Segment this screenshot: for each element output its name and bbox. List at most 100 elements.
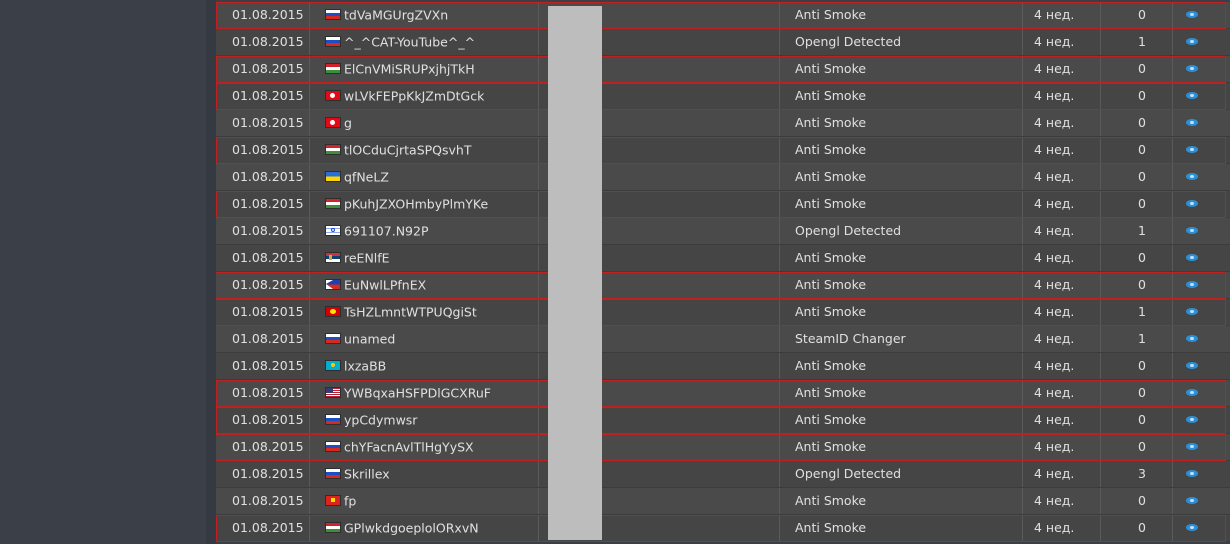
detection-count: 0 bbox=[1138, 250, 1146, 265]
table-row[interactable]: 01.08.2015 tdVaMGUrgZVXn Anti Smoke 4 нед. 0 bbox=[216, 2, 1230, 29]
view-button[interactable] bbox=[1186, 353, 1202, 379]
view-button[interactable] bbox=[1186, 326, 1202, 352]
view-button[interactable] bbox=[1186, 245, 1202, 271]
detection-count: 3 bbox=[1138, 466, 1146, 481]
table-row[interactable]: 01.08.2015 YWBqxaHSFPDlGCXRuF Anti Smoke 4 … bbox=[216, 380, 1230, 407]
row-date: 01.08.2015 bbox=[232, 520, 304, 535]
column-divider bbox=[1022, 353, 1023, 379]
time-ago: 4 нед. bbox=[1034, 493, 1075, 508]
view-button[interactable] bbox=[1186, 56, 1202, 82]
country-flag-icon bbox=[325, 468, 341, 479]
view-button[interactable] bbox=[1186, 515, 1202, 541]
country-flag-icon bbox=[325, 63, 341, 74]
time-ago: 4 нед. bbox=[1034, 169, 1075, 184]
country-flag-icon bbox=[325, 495, 341, 506]
table-row[interactable]: 01.08.2015 TsHZLmntWTPUQgiSt Anti Smoke 4 н… bbox=[216, 299, 1230, 326]
player-name-cell: ypCdymwsr bbox=[325, 407, 545, 433]
view-button[interactable] bbox=[1186, 299, 1202, 325]
player-name-cell: TsHZLmntWTPUQgiSt bbox=[325, 299, 545, 325]
view-button[interactable] bbox=[1186, 461, 1202, 487]
eye-icon bbox=[1186, 416, 1198, 423]
table-row[interactable]: 01.08.2015 EuNwlLPfnEX Anti Smoke 4 нед. 0 bbox=[216, 272, 1230, 299]
country-flag-icon bbox=[325, 441, 341, 452]
column-divider bbox=[1100, 137, 1101, 163]
eye-icon bbox=[1186, 524, 1198, 531]
view-button[interactable] bbox=[1186, 488, 1202, 514]
detection-type: Anti Smoke bbox=[795, 385, 867, 400]
view-button[interactable] bbox=[1186, 434, 1202, 460]
player-name: tdVaMGUrgZVXn bbox=[344, 7, 449, 23]
time-ago: 4 нед. bbox=[1034, 223, 1075, 238]
column-divider bbox=[1022, 245, 1023, 271]
view-button[interactable] bbox=[1186, 191, 1202, 217]
table-row[interactable]: 01.08.2015 pKuhJZXOHmbyPlmYKe Anti Smoke 4 … bbox=[216, 191, 1230, 218]
redacted-column-block bbox=[548, 6, 602, 540]
view-button[interactable] bbox=[1186, 110, 1202, 136]
column-divider bbox=[1172, 407, 1173, 433]
column-divider bbox=[779, 191, 780, 217]
table-row[interactable]: 01.08.2015 fp Anti Smoke 4 нед. 0 bbox=[216, 488, 1230, 515]
column-divider bbox=[779, 83, 780, 109]
country-flag-icon bbox=[325, 225, 341, 236]
player-name-cell: lxzaBB bbox=[325, 353, 545, 379]
time-ago: 4 нед. bbox=[1034, 385, 1075, 400]
detection-count: 0 bbox=[1138, 277, 1146, 292]
detection-count: 0 bbox=[1138, 169, 1146, 184]
column-divider bbox=[1100, 434, 1101, 460]
table-row[interactable]: 01.08.2015 tlOCduCjrtaSPQsvhT Anti Smoke 4 … bbox=[216, 137, 1230, 164]
table-row[interactable]: 01.08.2015 unamed SteamID Changer 4 нед. 1 bbox=[216, 326, 1230, 353]
view-button[interactable] bbox=[1186, 272, 1202, 298]
table-row[interactable]: 01.08.2015 691107.N92P Opengl Detected 4 не… bbox=[216, 218, 1230, 245]
country-flag-icon bbox=[325, 36, 341, 47]
view-button[interactable] bbox=[1186, 407, 1202, 433]
detection-type: Anti Smoke bbox=[795, 115, 867, 130]
view-button[interactable] bbox=[1186, 83, 1202, 109]
column-divider bbox=[309, 245, 310, 271]
column-divider bbox=[309, 407, 310, 433]
column-divider bbox=[779, 137, 780, 163]
column-divider bbox=[1022, 434, 1023, 460]
row-date: 01.08.2015 bbox=[232, 304, 304, 319]
table-row[interactable]: 01.08.2015 ElCnVMiSRUPxjhjTkH Anti Smoke 4 … bbox=[216, 56, 1230, 83]
player-name-cell: Skrillex bbox=[325, 461, 545, 487]
view-button[interactable] bbox=[1186, 137, 1202, 163]
column-divider bbox=[538, 299, 539, 325]
country-flag-icon bbox=[325, 171, 341, 182]
detection-count: 0 bbox=[1138, 115, 1146, 130]
row-date: 01.08.2015 bbox=[232, 34, 304, 49]
table-row[interactable]: 01.08.2015 ypCdymwsr Anti Smoke 4 нед. 0 bbox=[216, 407, 1230, 434]
table-row[interactable]: 01.08.2015 GPlwkdgoeplolORxvN Anti Smoke 4 … bbox=[216, 515, 1230, 542]
player-name: fp bbox=[344, 493, 357, 509]
view-button[interactable] bbox=[1186, 380, 1202, 406]
row-date: 01.08.2015 bbox=[232, 385, 304, 400]
table-row[interactable]: 01.08.2015 ^_^CAT-YouTube^_^ Opengl Detect… bbox=[216, 29, 1230, 56]
table-row[interactable]: 01.08.2015 Skrillex Opengl Detected 4 нед. 3 bbox=[216, 461, 1230, 488]
view-button[interactable] bbox=[1186, 29, 1202, 55]
table-row[interactable]: 01.08.2015 chYFacnAvlTlHgYySX Anti Smoke 4 … bbox=[216, 434, 1230, 461]
view-button[interactable] bbox=[1186, 2, 1202, 28]
view-button[interactable] bbox=[1186, 218, 1202, 244]
column-divider bbox=[309, 164, 310, 190]
player-name-cell: fp bbox=[325, 488, 545, 514]
table-row[interactable]: 01.08.2015 reENlfE Anti Smoke 4 нед. 0 bbox=[216, 245, 1230, 272]
table-row[interactable]: 01.08.2015 qfNeLZ Anti Smoke 4 нед. 0 bbox=[216, 164, 1230, 191]
column-divider bbox=[538, 407, 539, 433]
view-button[interactable] bbox=[1186, 164, 1202, 190]
column-divider bbox=[1172, 245, 1173, 271]
column-divider bbox=[309, 272, 310, 298]
player-name: wLVkFEPpKkJZmDtGck bbox=[344, 88, 485, 104]
row-date: 01.08.2015 bbox=[232, 250, 304, 265]
row-date: 01.08.2015 bbox=[232, 115, 304, 130]
detection-count: 0 bbox=[1138, 520, 1146, 535]
column-divider bbox=[779, 299, 780, 325]
table-row[interactable]: 01.08.2015 g Anti Smoke 4 нед. 0 bbox=[216, 110, 1230, 137]
player-name: ^_^CAT-YouTube^_^ bbox=[344, 34, 476, 50]
detection-type: Anti Smoke bbox=[795, 196, 867, 211]
column-divider bbox=[1172, 272, 1173, 298]
table-row[interactable]: 01.08.2015 wLVkFEPpKkJZmDtGck Anti Smoke 4 … bbox=[216, 83, 1230, 110]
column-divider bbox=[1100, 488, 1101, 514]
player-name: lxzaBB bbox=[344, 358, 387, 374]
column-divider bbox=[309, 515, 310, 541]
column-divider bbox=[779, 56, 780, 82]
table-row[interactable]: 01.08.2015 lxzaBB Anti Smoke 4 нед. 0 bbox=[216, 353, 1230, 380]
